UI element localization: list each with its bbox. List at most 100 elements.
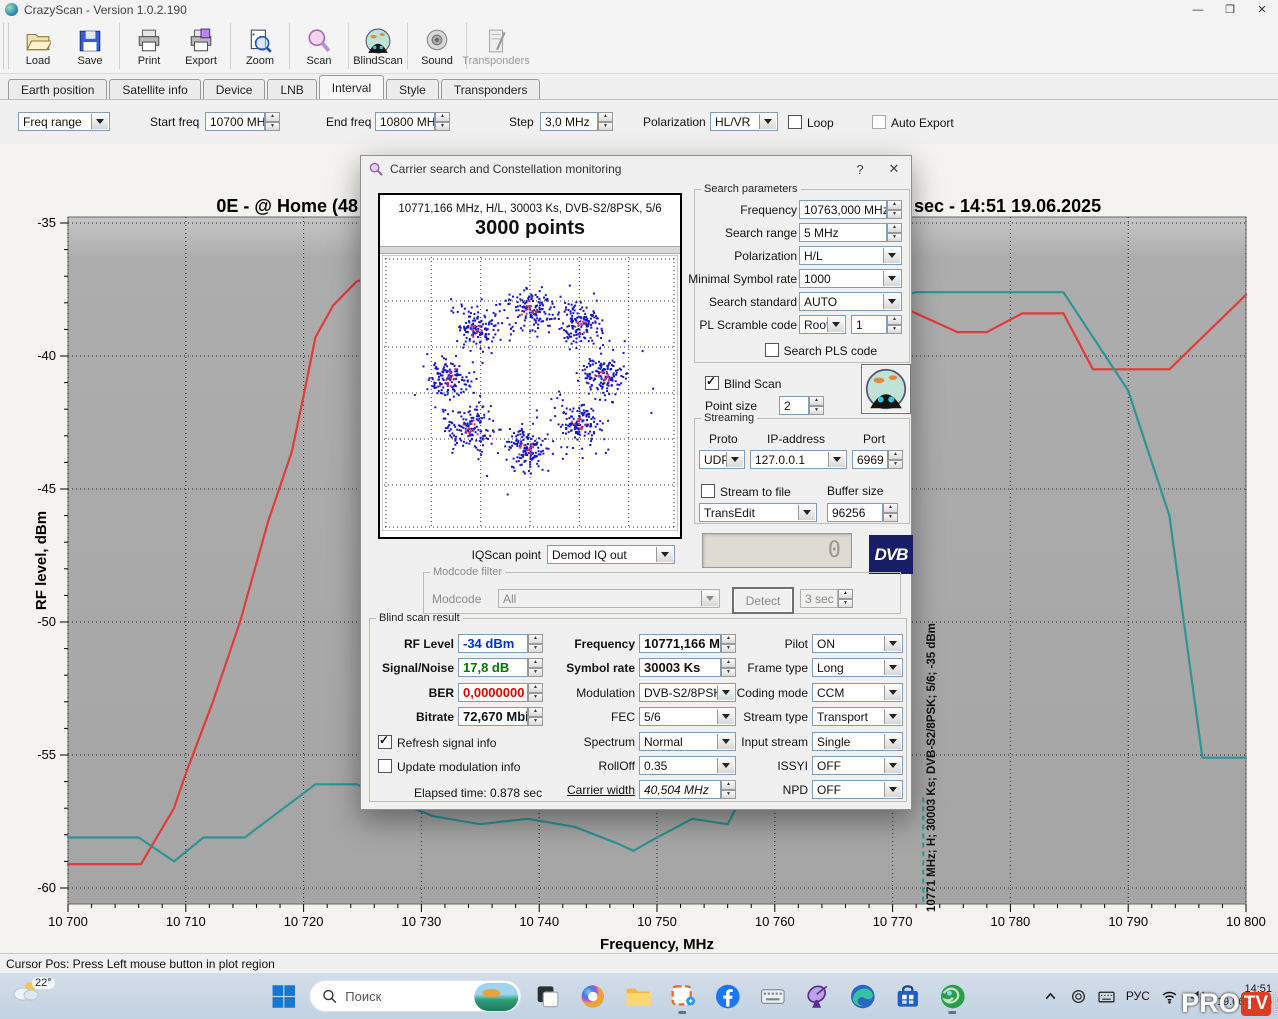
coding-mode-select[interactable]: CCM bbox=[812, 683, 903, 702]
end-freq-label: End freq bbox=[326, 115, 371, 129]
svg-text:10771 MHz; H; 30003 Ks; DVB-S2: 10771 MHz; H; 30003 Ks; DVB-S2/8PSK; 5/6… bbox=[926, 623, 938, 912]
modcode-select: All bbox=[498, 589, 720, 608]
update-modulation-checkbox[interactable]: Update modulation info bbox=[378, 759, 520, 774]
onscreen-keyboard-button[interactable] bbox=[753, 977, 791, 1015]
satellite-dish-button[interactable] bbox=[798, 977, 836, 1015]
toolbar-grip[interactable] bbox=[3, 23, 9, 69]
crazyscan-taskbar-button[interactable] bbox=[933, 977, 971, 1015]
speaker-icon bbox=[424, 28, 450, 54]
dialog-close-button[interactable]: ✕ bbox=[877, 156, 911, 182]
save-button[interactable]: Save bbox=[64, 19, 116, 73]
tab-style[interactable]: Style bbox=[386, 79, 439, 99]
buffer-size-spinner[interactable]: ▲▼ bbox=[883, 503, 898, 522]
stream-to-file-checkbox[interactable]: Stream to file bbox=[701, 484, 791, 499]
tray-keyboard-icon[interactable] bbox=[1098, 988, 1115, 1005]
svg-text:RF level, dBm: RF level, dBm bbox=[33, 511, 50, 610]
loop-checkbox[interactable]: Loop bbox=[788, 115, 834, 130]
blindscan-icon-button[interactable] bbox=[861, 364, 911, 414]
refresh-signal-checkbox[interactable]: Refresh signal info bbox=[378, 735, 496, 750]
pls-value-spinner[interactable]: ▲▼ bbox=[887, 315, 902, 334]
copilot-button[interactable] bbox=[573, 977, 611, 1015]
pls-value-input[interactable]: 1 bbox=[851, 315, 887, 334]
search-placeholder: Поиск bbox=[345, 989, 381, 1004]
constellation-plot[interactable] bbox=[382, 255, 678, 531]
end-freq-input[interactable]: 10800 MHz bbox=[375, 112, 435, 131]
step-spinner[interactable]: ▲▼ bbox=[598, 112, 613, 131]
freq-range-select[interactable]: Freq range bbox=[18, 112, 110, 131]
help-button[interactable]: ? bbox=[843, 156, 877, 182]
taskbar-search[interactable]: Поиск bbox=[309, 980, 521, 1012]
step-input[interactable]: 3,0 MHz bbox=[540, 112, 598, 131]
export-button[interactable]: Export bbox=[175, 19, 227, 73]
search-frequency-spinner[interactable]: ▲▼ bbox=[887, 200, 902, 219]
search-range-spinner[interactable]: ▲▼ bbox=[887, 223, 902, 242]
port-spinner[interactable]: ▲▼ bbox=[888, 450, 903, 469]
min-symbol-rate-select[interactable]: 1000 bbox=[799, 269, 902, 288]
carrier-width-label[interactable]: Carrier width bbox=[535, 783, 635, 797]
file-explorer-button[interactable] bbox=[618, 977, 656, 1015]
tab-transponders[interactable]: Transponders bbox=[441, 79, 541, 99]
svg-text:10 760: 10 760 bbox=[755, 914, 795, 929]
iqscan-point-label: IQScan point bbox=[423, 548, 541, 562]
signal-display: 0 bbox=[702, 533, 852, 568]
search-range-input[interactable]: 5 MHz bbox=[799, 223, 887, 242]
blindscan-button[interactable]: BlindScan bbox=[352, 19, 404, 73]
scan-button[interactable]: Scan bbox=[293, 19, 345, 73]
search-highlight-thumbnail[interactable] bbox=[474, 983, 518, 1011]
constellation-divider bbox=[380, 246, 680, 254]
weather-widget[interactable]: 22° bbox=[10, 977, 55, 1003]
tab-device[interactable]: Device bbox=[203, 79, 266, 99]
facebook-button[interactable] bbox=[708, 977, 746, 1015]
input-stream-select[interactable]: Single bbox=[812, 732, 903, 751]
running-indicator bbox=[678, 1011, 686, 1014]
snip-tool-button[interactable] bbox=[663, 977, 701, 1015]
print-button[interactable]: Print bbox=[123, 19, 175, 73]
frame-type-select[interactable]: Long bbox=[812, 658, 903, 677]
load-button[interactable]: Load bbox=[12, 19, 64, 73]
npd-select[interactable]: OFF bbox=[812, 780, 903, 799]
pilot-select[interactable]: ON bbox=[812, 634, 903, 653]
tab-satellite-info[interactable]: Satellite info bbox=[109, 79, 200, 99]
blind-scan-checkbox[interactable]: Blind Scan bbox=[705, 376, 781, 391]
tray-ring-icon[interactable] bbox=[1070, 988, 1087, 1005]
buffer-size-input[interactable]: 96256 bbox=[827, 503, 883, 522]
modcode-filter-group: Modcode filter Modcode All Detect 3 sec … bbox=[423, 566, 901, 614]
port-input[interactable]: 6969 bbox=[852, 450, 888, 469]
search-parameters-group: Search parameters Frequency 10763,000 MH… bbox=[694, 183, 910, 363]
pls-mode-select[interactable]: Root bbox=[799, 315, 846, 334]
stream-type-select[interactable]: Transport bbox=[812, 707, 903, 726]
blind-scan-result-group: Blind scan result RF Level -34 dBm ▲▼ Si… bbox=[369, 612, 907, 802]
aquarium-cat-icon bbox=[865, 368, 907, 410]
iqscan-point-select[interactable]: Demod IQ out bbox=[547, 545, 675, 564]
polarization-select[interactable]: HL/VR bbox=[710, 112, 778, 131]
tab-lnb[interactable]: LNB bbox=[267, 79, 316, 99]
zoom-button[interactable]: Zoom bbox=[234, 19, 286, 73]
end-freq-spinner[interactable]: ▲▼ bbox=[435, 112, 450, 131]
issyi-select[interactable]: OFF bbox=[812, 756, 903, 775]
tab-earth-position[interactable]: Earth position bbox=[8, 79, 107, 99]
dialog-titlebar[interactable]: Carrier search and Constellation monitor… bbox=[361, 156, 911, 182]
restore-button[interactable]: ❐ bbox=[1214, 0, 1246, 19]
microsoft-store-button[interactable] bbox=[888, 977, 926, 1015]
search-standard-select[interactable]: AUTO bbox=[799, 292, 902, 311]
search-pls-checkbox[interactable]: Search PLS code bbox=[765, 343, 877, 358]
language-indicator[interactable]: РУС bbox=[1126, 989, 1150, 1003]
search-frequency-input[interactable]: 10763,000 MHz bbox=[799, 200, 887, 219]
detect-button: Detect bbox=[732, 587, 794, 614]
edge-button[interactable] bbox=[843, 977, 881, 1015]
svg-text:-60: -60 bbox=[37, 880, 56, 895]
ip-address-select[interactable]: 127.0.0.1 bbox=[750, 450, 847, 469]
start-button[interactable] bbox=[264, 977, 302, 1015]
sound-button[interactable]: Sound bbox=[411, 19, 463, 73]
close-button[interactable]: ✕ bbox=[1246, 0, 1278, 19]
minimize-button[interactable]: — bbox=[1182, 0, 1214, 19]
tray-chevron-icon[interactable] bbox=[1042, 988, 1059, 1005]
start-freq-input[interactable]: 10700 MHz bbox=[205, 112, 265, 131]
stream-client-select[interactable]: TransEdit bbox=[699, 503, 817, 522]
search-polarization-select[interactable]: H/L bbox=[799, 246, 902, 265]
task-view-button[interactable] bbox=[528, 977, 566, 1015]
proto-select[interactable]: UDP bbox=[699, 450, 745, 469]
wifi-icon[interactable] bbox=[1161, 988, 1178, 1005]
tab-interval[interactable]: Interval bbox=[319, 75, 384, 99]
start-freq-spinner[interactable]: ▲▼ bbox=[265, 112, 280, 131]
